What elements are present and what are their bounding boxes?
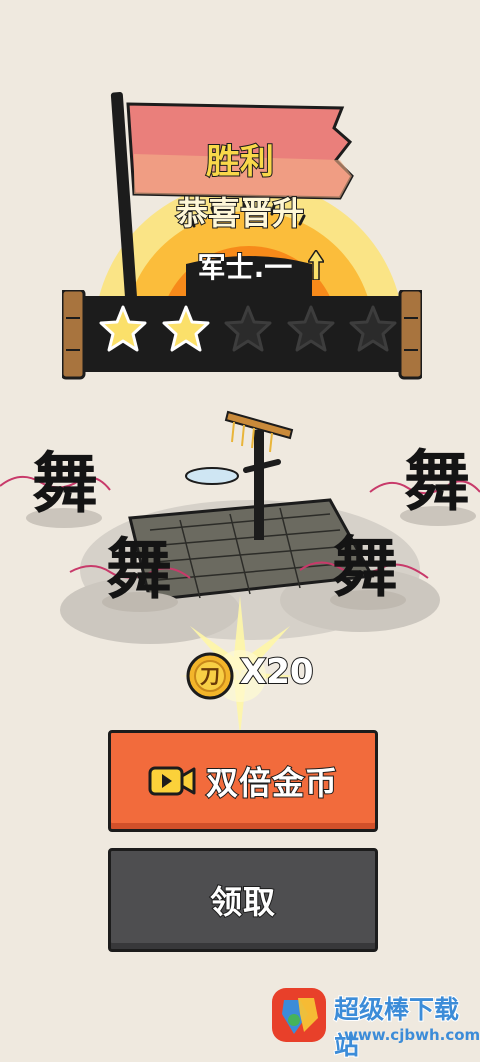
double-coins-button[interactable]: 双倍金币 [108, 730, 378, 832]
dancer-character-3: 舞 [106, 530, 172, 608]
star-rating [98, 304, 398, 368]
coin-glyph: 刀 [200, 664, 220, 688]
star-filled-icon [99, 305, 147, 352]
victory-title: 胜利 [205, 141, 275, 183]
dancer-character-2: 舞 [404, 442, 470, 520]
coin-icon: 刀 [186, 652, 234, 700]
claim-label: 领取 [209, 882, 276, 922]
star-empty-icon [287, 305, 334, 352]
rank-label: 军士.一 [197, 250, 294, 285]
dancer-character-4: 舞 [332, 528, 398, 606]
star-empty-icon [349, 305, 397, 352]
reward-amount: X20 [239, 651, 315, 693]
star-empty-icon [224, 305, 272, 352]
star-filled-icon [162, 305, 209, 352]
claim-button[interactable]: 领取 [108, 848, 378, 952]
watermark-url: www.cjbwh.com [344, 1026, 480, 1044]
video-camera-icon [148, 766, 196, 796]
watermark-logo-icon [272, 988, 326, 1042]
promotion-subtitle: 恭喜晋升 [175, 193, 305, 233]
rank-up-arrow-icon [308, 250, 324, 280]
double-coins-label: 双倍金币 [205, 763, 338, 803]
dancer-character-1: 舞 [32, 444, 98, 522]
